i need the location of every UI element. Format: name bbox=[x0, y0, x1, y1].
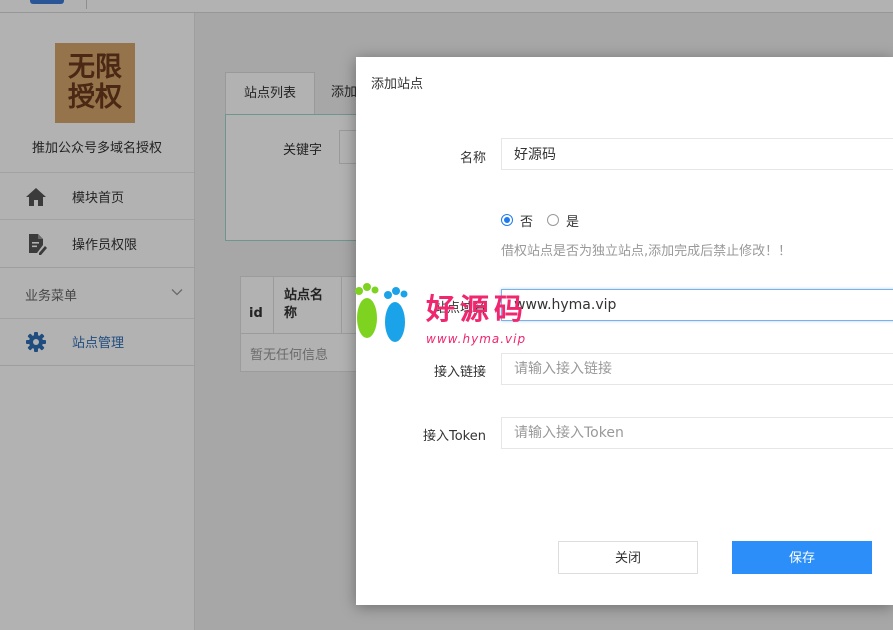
radio-no-label[interactable]: 否 bbox=[520, 211, 533, 230]
borrow-radio-group: 否 是 bbox=[501, 210, 593, 230]
name-input[interactable] bbox=[501, 138, 893, 170]
radio-no[interactable] bbox=[501, 214, 513, 226]
watermark-text: 好源码 bbox=[426, 292, 529, 326]
radio-yes-label[interactable]: 是 bbox=[566, 211, 579, 230]
domain-input[interactable] bbox=[501, 289, 893, 321]
name-label: 名称 bbox=[459, 151, 486, 166]
close-button[interactable]: 关闭 bbox=[558, 541, 698, 574]
token-label: 接入Token bbox=[423, 429, 486, 444]
watermark: 好源码 www.hyma.vip bbox=[350, 278, 530, 350]
link-label: 接入链接 bbox=[433, 365, 486, 380]
footprints-icon bbox=[355, 283, 408, 342]
dialog-title: 添加站点 bbox=[371, 77, 424, 92]
link-input[interactable] bbox=[501, 353, 893, 385]
watermark-url: www.hyma.vip bbox=[426, 332, 527, 346]
radio-yes[interactable] bbox=[547, 214, 560, 226]
save-button[interactable]: 保存 bbox=[732, 541, 872, 574]
borrow-hint: 借权站点是否为独立站点,添加完成后禁止修改！！ bbox=[501, 244, 792, 259]
token-input[interactable] bbox=[501, 417, 893, 449]
